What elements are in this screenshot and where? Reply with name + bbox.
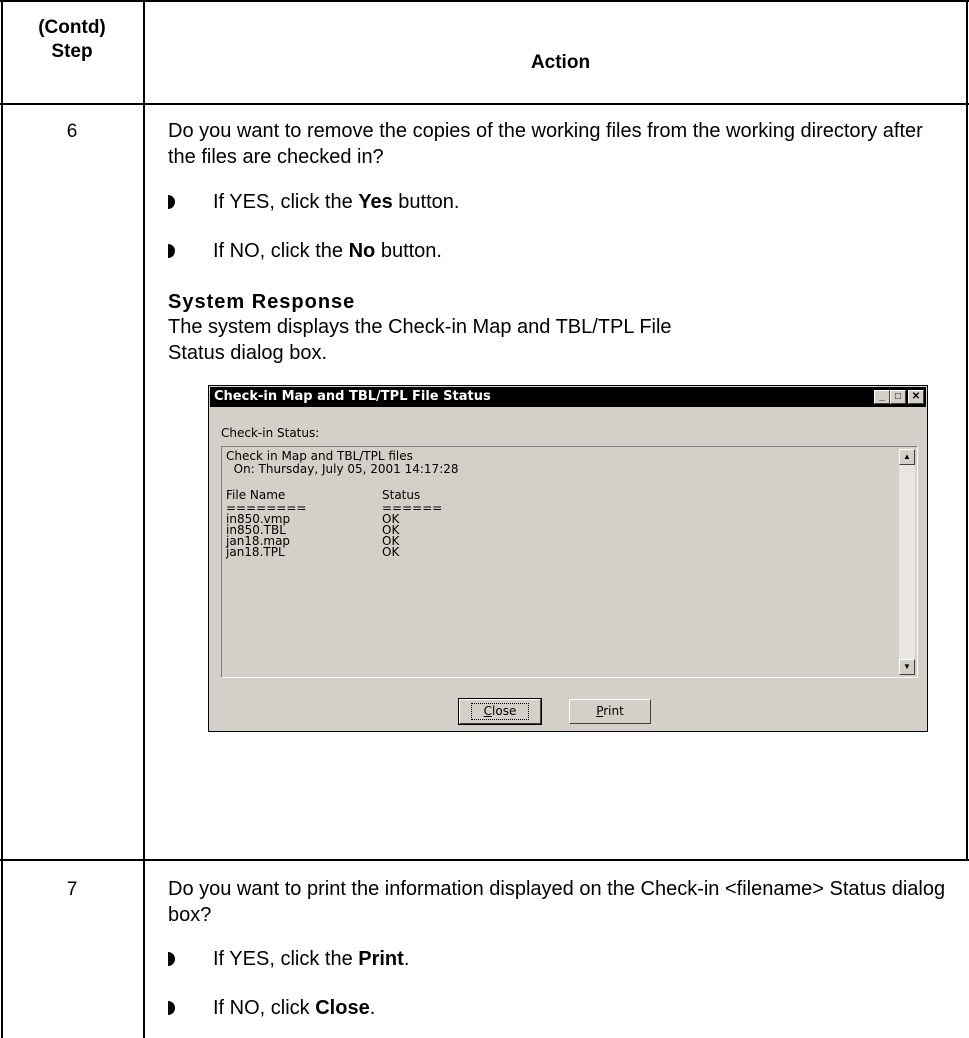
bullet-bold: Print [358, 948, 404, 970]
bullet-suffix: . [369, 997, 376, 1019]
status-row: OK [382, 545, 400, 559]
file-status-dialog: Check-in Map and TBL/TPL File Status _ □… [208, 385, 928, 732]
table-top-border [0, 0, 969, 2]
close-button[interactable]: Close [458, 698, 542, 725]
bullet-icon [168, 952, 175, 966]
scroll-down-icon[interactable]: ▼ [899, 659, 915, 675]
bullet-bold: Close [315, 997, 370, 1019]
bullet-prefix: If YES, click the [213, 191, 359, 213]
scroll-up-icon[interactable]: ▲ [899, 449, 915, 465]
bullet-icon [168, 195, 175, 209]
bullet-icon [168, 1001, 175, 1015]
dialog-title: Check-in Map and TBL/TPL File Status [214, 389, 491, 404]
table-left-border [1, 0, 3, 1038]
table-right-border [966, 0, 968, 860]
step-number-7: 7 [66, 879, 78, 900]
system-response-heading: System Response [168, 291, 356, 313]
log-header-line2: On: Thursday, July 05, 2001 14:17:28 [226, 462, 459, 476]
check-in-status-label: Check-in Status: [221, 426, 320, 440]
header-action: Action [530, 52, 591, 73]
step7-question: Do you want to print the information dis… [168, 878, 946, 926]
header-bottom-border [0, 103, 969, 105]
bullet-prefix: If NO, click [213, 997, 316, 1019]
maximize-icon[interactable]: □ [890, 390, 906, 404]
step7-bullet-no: If NO, click Close. [168, 995, 375, 1021]
column-divider [143, 0, 145, 1038]
check-in-status-text[interactable]: Check in Map and TBL/TPL files On: Thurs… [221, 446, 918, 678]
dialog-titlebar[interactable]: Check-in Map and TBL/TPL File Status _ □… [210, 387, 926, 407]
header-step-line2: Step [51, 41, 93, 62]
step-number-6: 6 [66, 121, 78, 142]
bullet-suffix: button. [375, 240, 442, 262]
close-icon[interactable]: ✕ [908, 390, 924, 404]
bullet-bold: No [348, 240, 376, 262]
step7-bullet-yes: If YES, click the Print. [168, 946, 409, 972]
close-accel: C [483, 704, 493, 718]
system-response-text: The system displays the Check-in Map and… [168, 316, 672, 364]
file-row: jan18.TPL [226, 545, 285, 559]
step6-bottom-border [0, 859, 969, 861]
bullet-prefix: If YES, click the [213, 948, 359, 970]
print-rest: rint [603, 704, 624, 718]
bullet-prefix: If NO, click the [213, 240, 349, 262]
bullet-icon [168, 244, 175, 258]
header-step-line1: (Contd) [38, 17, 106, 38]
close-rest: lose [492, 704, 517, 718]
step6-question: Do you want to remove the copies of the … [168, 120, 923, 168]
step6-bullet-yes: If YES, click the Yes button. [168, 189, 459, 215]
bullet-bold: Yes [358, 191, 393, 213]
bullet-suffix: button. [392, 191, 460, 213]
minimize-icon[interactable]: _ [874, 390, 890, 404]
header-step: (Contd) Step [20, 16, 124, 64]
step6-bullet-no: If NO, click the No button. [168, 238, 442, 264]
print-button[interactable]: Print [569, 699, 651, 724]
bullet-suffix: . [403, 948, 410, 970]
vertical-scrollbar[interactable]: ▲ ▼ [899, 449, 915, 675]
